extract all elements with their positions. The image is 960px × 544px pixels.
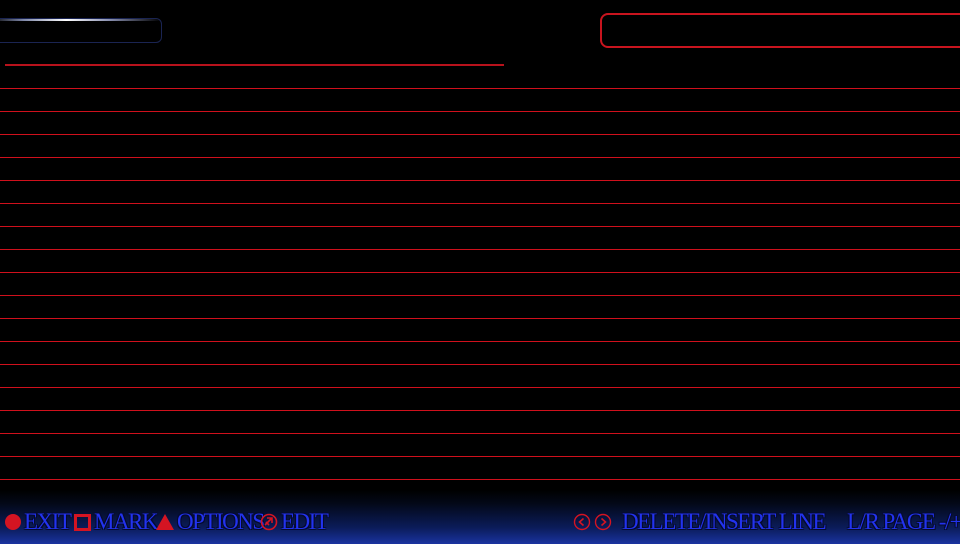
- text-line-row[interactable]: [0, 203, 960, 226]
- text-line-row[interactable]: [0, 249, 960, 272]
- options-label: OPTIONS: [177, 509, 265, 534]
- left-arrow-icon: [573, 513, 591, 531]
- page-label: L/R PAGE -/+: [847, 509, 960, 534]
- mark-label: MARK: [94, 509, 159, 534]
- text-line-row[interactable]: [0, 111, 960, 134]
- text-line-row[interactable]: [0, 180, 960, 203]
- text-line-row[interactable]: [0, 410, 960, 433]
- analog-stick-icon: [260, 513, 278, 531]
- text-line-row[interactable]: [0, 157, 960, 180]
- text-line-row[interactable]: [0, 134, 960, 157]
- text-line-list: [0, 0, 960, 500]
- text-line-row[interactable]: [0, 272, 960, 295]
- text-line-row[interactable]: [0, 226, 960, 249]
- circle-button-icon: [5, 514, 21, 530]
- exit-label: EXIT: [24, 509, 72, 534]
- text-line-row[interactable]: [0, 318, 960, 341]
- text-line-row[interactable]: [0, 364, 960, 387]
- triangle-button-icon: [156, 514, 174, 530]
- delete-insert-line-label: DELETE/INSERT LINE: [622, 509, 827, 534]
- right-arrow-icon: [594, 513, 612, 531]
- exit-hint[interactable]: EXIT: [5, 508, 72, 536]
- text-line-row[interactable]: [0, 341, 960, 364]
- page-hint[interactable]: L/R PAGE -/+: [847, 508, 960, 536]
- text-line-row[interactable]: [0, 295, 960, 318]
- edit-hint[interactable]: EDIT: [260, 508, 329, 536]
- delete-insert-line-hint[interactable]: DELETE/INSERT LINE: [573, 508, 827, 536]
- text-line-row[interactable]: [0, 387, 960, 410]
- text-line-row[interactable]: [0, 456, 960, 479]
- square-button-icon: [74, 513, 91, 531]
- edit-label: EDIT: [281, 509, 329, 534]
- text-line-row[interactable]: [0, 88, 960, 111]
- text-line-row[interactable]: [0, 433, 960, 456]
- options-hint[interactable]: OPTIONS: [156, 508, 265, 536]
- mark-hint[interactable]: MARK: [74, 508, 159, 536]
